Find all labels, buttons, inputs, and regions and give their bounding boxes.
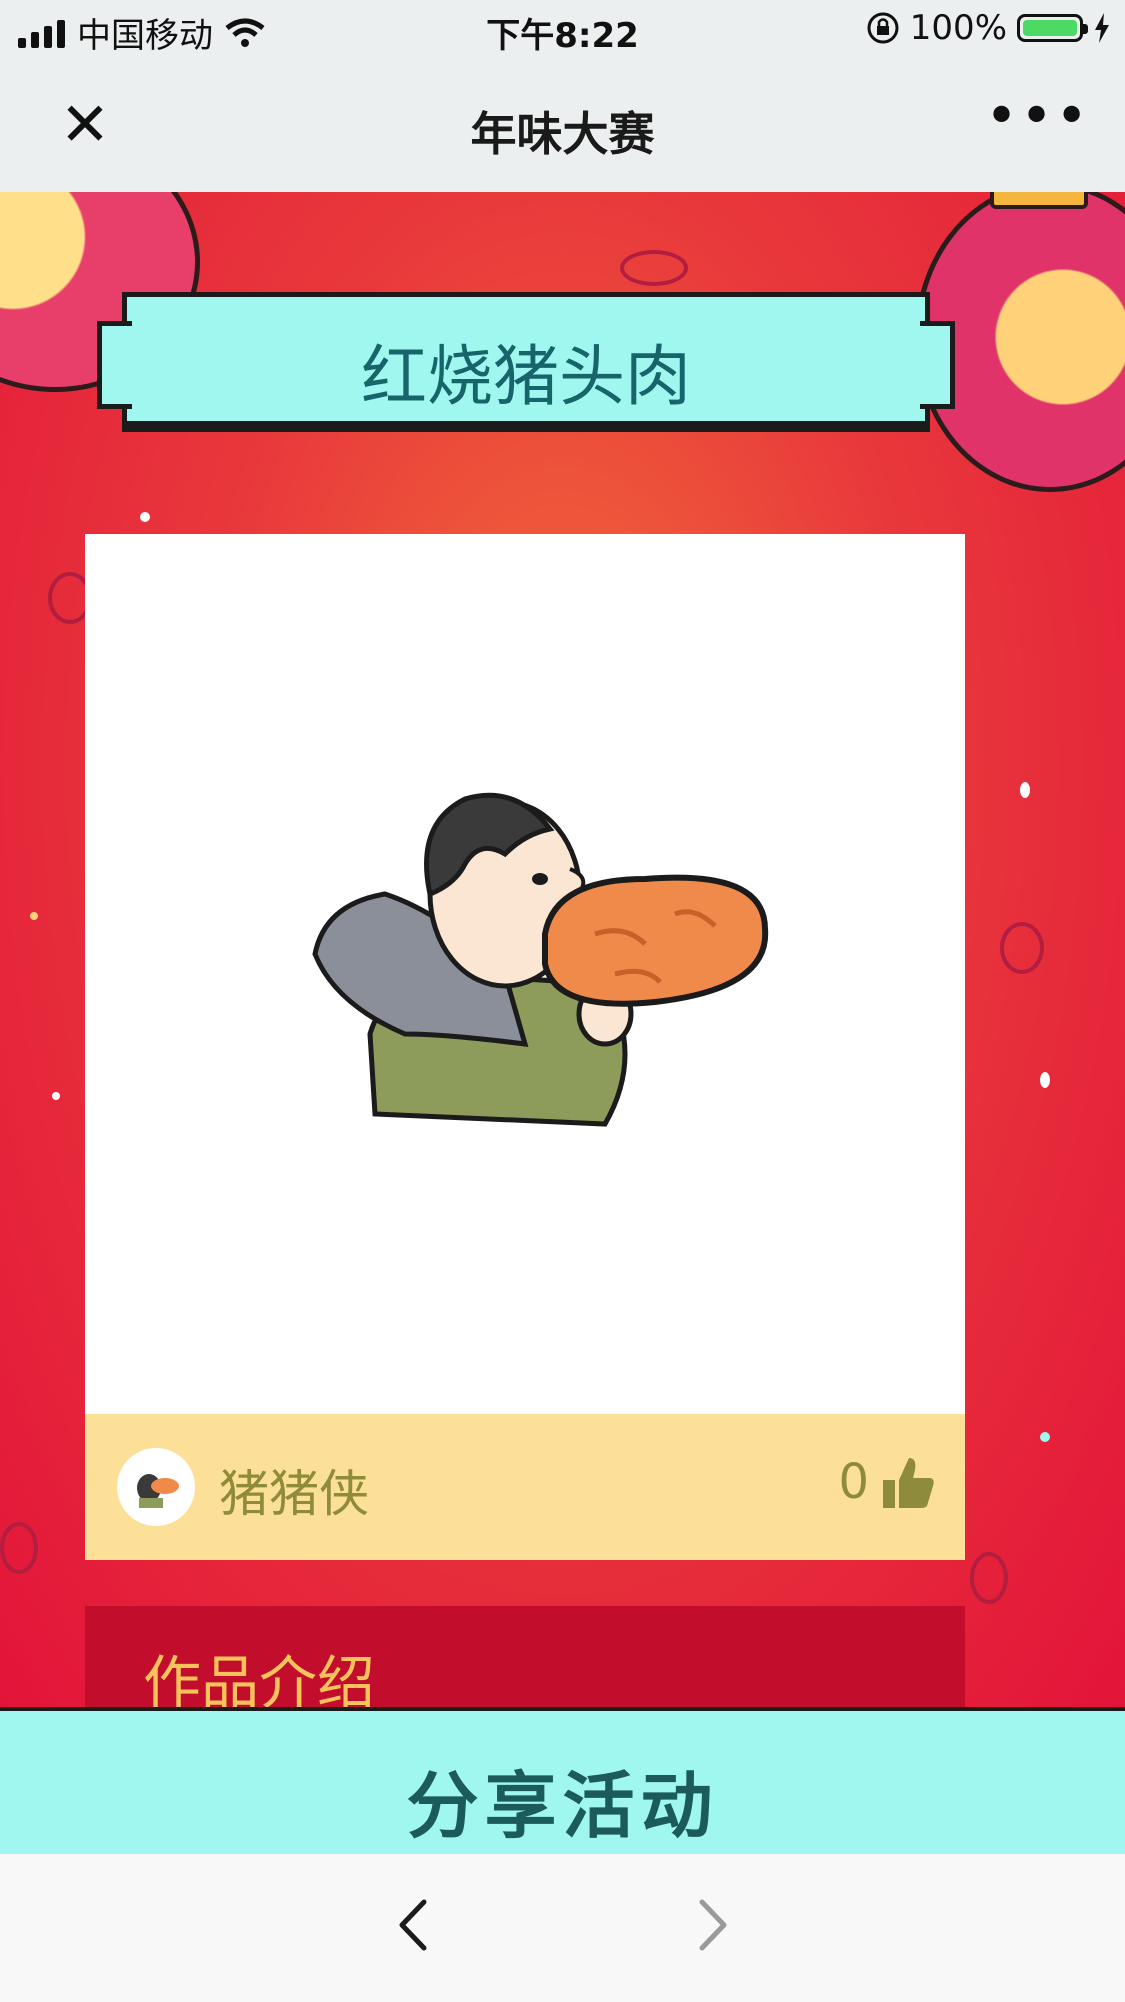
confetti-decoration bbox=[620, 250, 688, 286]
confetti-decoration bbox=[1000, 922, 1044, 974]
intro-heading: 作品介绍 bbox=[143, 1649, 376, 1707]
forward-arrow-icon[interactable] bbox=[676, 1890, 746, 1960]
thumbs-up-icon[interactable] bbox=[879, 1454, 937, 1512]
charging-icon bbox=[1095, 13, 1109, 43]
confetti-decoration bbox=[140, 512, 150, 522]
entry-title: 红烧猪头肉 bbox=[361, 338, 691, 415]
author-bar: 猪猪侠 0 bbox=[85, 1414, 965, 1560]
like-count: 0 bbox=[838, 1454, 869, 1510]
confetti-decoration bbox=[1040, 1432, 1050, 1442]
share-label: 分享活动 bbox=[406, 1764, 719, 1848]
nav-bar: ✕ 年味大赛 ••• bbox=[0, 62, 1125, 192]
entry-photo[interactable] bbox=[85, 534, 965, 1414]
author-name[interactable]: 猪猪侠 bbox=[219, 1454, 369, 1526]
status-bar: 中国移动 下午8:22 100% bbox=[0, 0, 1125, 62]
battery-percent: 100% bbox=[909, 8, 1007, 48]
confetti-decoration bbox=[1020, 782, 1030, 798]
confetti-decoration bbox=[1040, 1072, 1050, 1088]
battery-icon bbox=[1017, 14, 1088, 42]
confetti-decoration bbox=[0, 1522, 38, 1574]
contest-entry-page[interactable]: 红烧猪头肉 猪猪侠 0 作品介绍 bbox=[0, 192, 1125, 1707]
more-icon[interactable]: ••• bbox=[985, 89, 1088, 158]
cartoon-eating-illustration bbox=[312, 792, 769, 1127]
confetti-decoration bbox=[52, 1092, 60, 1100]
share-activity-button[interactable]: 分享活动 bbox=[0, 1707, 1125, 1853]
page-title: 年味大赛 bbox=[470, 107, 655, 161]
avatar[interactable] bbox=[117, 1448, 195, 1526]
confetti-decoration bbox=[30, 912, 38, 920]
intro-section: 作品介绍 bbox=[85, 1606, 965, 1707]
rotation-lock-icon bbox=[867, 12, 899, 44]
browser-bottom-nav bbox=[0, 1853, 1125, 2002]
confetti-decoration bbox=[970, 1552, 1008, 1604]
entry-title-banner: 红烧猪头肉 bbox=[97, 292, 955, 426]
status-right: 100% bbox=[866, 8, 1111, 48]
back-arrow-icon[interactable] bbox=[380, 1890, 450, 1960]
